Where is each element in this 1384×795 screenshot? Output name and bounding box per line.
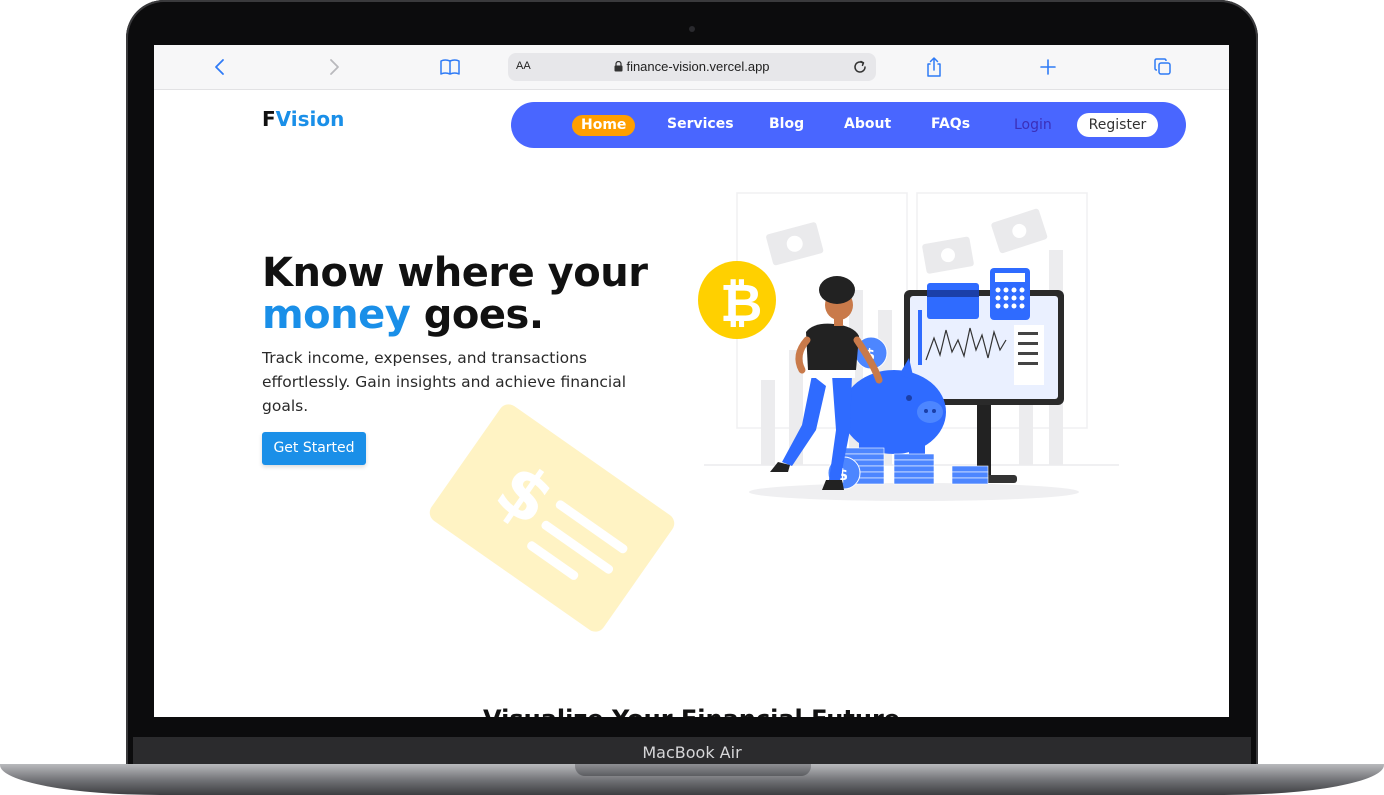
forward-icon[interactable]: [320, 53, 348, 81]
url-value: finance-vision.vercel.app: [626, 59, 770, 74]
hero-subtext: Track income, expenses, and transactions…: [262, 349, 627, 415]
nav-home[interactable]: Home: [572, 115, 636, 136]
site-logo[interactable]: FVision: [262, 107, 344, 131]
browser-screen: AA finance-vision.vercel.app FVision Hom…: [154, 45, 1229, 717]
nav-about[interactable]: About: [844, 116, 891, 132]
share-icon[interactable]: [920, 53, 948, 81]
register-button[interactable]: Register: [1077, 113, 1158, 137]
tabs-overview-icon[interactable]: [1149, 53, 1177, 81]
headline-line-2: money goes.: [262, 294, 647, 336]
lock-icon: [614, 60, 623, 72]
url-text: finance-vision.vercel.app: [508, 59, 876, 74]
svg-text:₿: ₿: [720, 274, 762, 334]
dollar-bill-decoration: $: [429, 404, 675, 632]
bookmarks-icon[interactable]: [436, 53, 464, 81]
finance-illustration: ₿ $ $: [698, 192, 1119, 501]
laptop-chin: MacBook Air: [133, 737, 1251, 767]
nav-login[interactable]: Login: [1014, 117, 1052, 133]
new-tab-icon[interactable]: [1034, 53, 1062, 81]
nav-faqs[interactable]: FAQs: [931, 116, 970, 132]
browser-toolbar: AA finance-vision.vercel.app: [154, 45, 1229, 90]
hero-headline: Know where your money goes.: [262, 250, 648, 336]
device-label: MacBook Air: [642, 743, 742, 762]
reload-icon[interactable]: [850, 57, 870, 77]
laptop-notch: [575, 764, 811, 776]
camera: [689, 26, 695, 32]
get-started-button[interactable]: Get Started: [262, 432, 366, 465]
nav-blog[interactable]: Blog: [769, 116, 804, 132]
main-nav: Home Services Blog About FAQs Login Regi…: [511, 102, 1186, 148]
address-bar[interactable]: AA finance-vision.vercel.app: [508, 53, 876, 81]
headline-line-1: Know where your: [262, 250, 648, 296]
nav-services[interactable]: Services: [667, 116, 734, 132]
next-section-title: Visualize Your Financial Future: [154, 705, 1229, 717]
logo-prefix: F: [262, 107, 276, 131]
headline-rest: goes.: [410, 292, 544, 338]
headline-highlight: money: [262, 292, 411, 338]
logo-suffix: Vision: [275, 107, 345, 131]
back-icon[interactable]: [206, 53, 234, 81]
